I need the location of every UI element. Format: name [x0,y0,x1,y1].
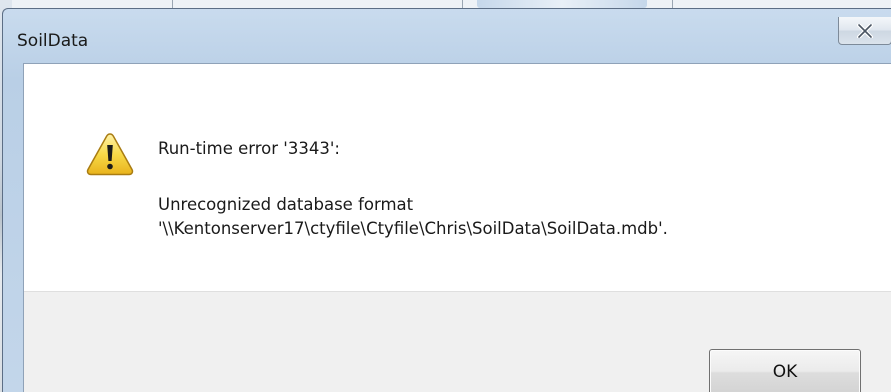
close-button[interactable] [838,17,891,45]
error-message-line-1: Unrecognized database format [158,195,414,214]
error-message-line-2: '\\Kentonserver17\ctyfile\Ctyfile\Chris\… [158,219,668,238]
background-fragment [477,0,647,8]
error-title: Run-time error '3343': [158,139,340,158]
title-bar[interactable]: SoilData [3,9,891,67]
ok-button[interactable]: OK [709,349,861,392]
window-title: SoilData [17,31,89,51]
screen: SoilData Run-time error '3343': Unrecogn… [0,0,891,392]
warning-icon [86,133,134,176]
error-dialog: SoilData Run-time error '3343': Unrecogn… [2,8,891,392]
button-bar: OK [24,291,891,392]
dialog-content: Run-time error '3343': Unrecognized data… [23,63,891,392]
close-x-icon [857,23,873,38]
